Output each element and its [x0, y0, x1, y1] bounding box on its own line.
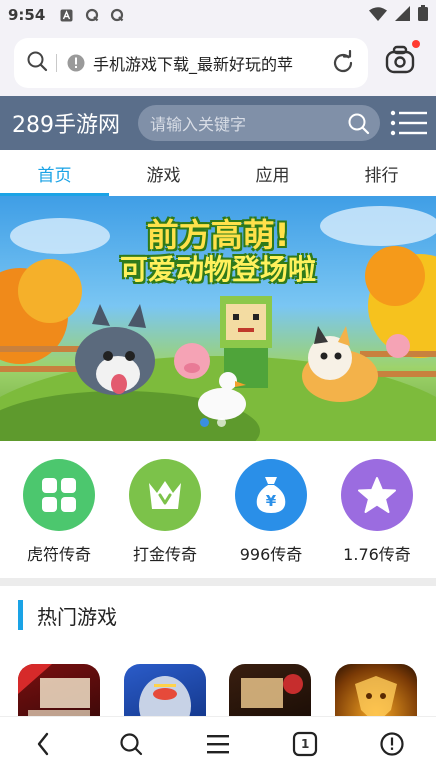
more-button[interactable]: [372, 724, 412, 764]
quick-link-label: 996传奇: [239, 545, 303, 564]
carousel-dot-2[interactable]: [217, 418, 226, 427]
info-icon[interactable]: [67, 54, 85, 72]
hot-games-list: [0, 664, 436, 716]
tabs-button[interactable]: 1: [285, 724, 325, 764]
tab-count: 1: [300, 736, 310, 751]
hot-games-title: 热门游戏: [37, 604, 117, 629]
tab-games[interactable]: 游戏: [109, 150, 218, 196]
section-divider: [0, 578, 436, 586]
browser-toolbar: 手机游戏下载_最新好玩的苹: [0, 30, 436, 96]
site-search-input[interactable]: 请输入关键字: [138, 105, 380, 141]
game-icon-4[interactable]: [335, 664, 417, 716]
status-time: 9:54: [8, 6, 46, 24]
tab-apps[interactable]: 应用: [218, 150, 327, 196]
quick-links: 虎符传奇 打金传奇 ¥ 996传奇 1.76传奇: [0, 441, 436, 578]
quick-link-hufu[interactable]: 虎符传奇: [6, 441, 112, 578]
address-divider: [56, 54, 57, 72]
q-icon: [84, 8, 99, 23]
search-icon[interactable]: [347, 112, 371, 140]
chevron-left-icon: [37, 732, 48, 755]
quick-link-176[interactable]: 1.76传奇: [324, 441, 430, 578]
tab-home[interactable]: 首页: [0, 150, 109, 196]
menu-icon[interactable]: [390, 110, 428, 140]
hamburger-icon: [206, 734, 229, 753]
game-icon-1[interactable]: [18, 664, 100, 716]
category-tabs: 首页 游戏 应用 排行: [0, 150, 436, 196]
menu-button[interactable]: [198, 724, 238, 764]
address-bar[interactable]: 手机游戏下载_最新好玩的苹: [14, 38, 368, 88]
site-logo[interactable]: 289手游网: [12, 107, 120, 139]
browser-bottom-nav: 1: [0, 716, 436, 770]
site-header: 289手游网 请输入关键字: [0, 96, 436, 150]
status-bar: 9:54: [0, 0, 436, 30]
q-icon: [109, 8, 124, 23]
carousel-indicators: [200, 418, 226, 427]
battery-icon: [418, 5, 428, 25]
tab-ranking[interactable]: 排行: [327, 150, 436, 196]
search-icon: [26, 50, 48, 76]
status-right-icons: [369, 5, 428, 25]
game-icon-2[interactable]: [124, 664, 206, 716]
carousel-dot-1[interactable]: [200, 418, 209, 427]
search-icon: [120, 732, 142, 755]
quick-link-label: 1.76传奇: [343, 545, 411, 564]
wifi-icon: [369, 6, 387, 25]
reload-icon[interactable]: [330, 49, 356, 80]
notification-dot: [412, 40, 420, 48]
quick-link-dajin[interactable]: 打金传奇: [112, 441, 218, 578]
hot-games-header: 热门游戏: [18, 600, 117, 630]
promo-banner[interactable]: 前方高萌! 可爱动物登场啦: [0, 196, 436, 441]
money-bag-icon: ¥: [235, 459, 307, 531]
crown-icon: [129, 459, 201, 531]
quick-link-label: 打金传奇: [132, 545, 197, 564]
phone-screen: 9:54 手机游戏下载_最新好玩的苹 289手游网 请输入关键字 首页 游戏 应…: [0, 0, 436, 770]
banner-subheadline: 可爱动物登场啦: [119, 253, 316, 286]
info-circle-icon: [380, 731, 404, 756]
a-icon: [59, 8, 74, 23]
back-button[interactable]: [24, 724, 64, 764]
game-icon-3[interactable]: [229, 664, 311, 716]
quick-link-label: 虎符传奇: [26, 545, 91, 564]
star-icon: [341, 459, 413, 531]
signal-icon: [395, 5, 410, 25]
search-button[interactable]: [111, 724, 151, 764]
url-text[interactable]: 手机游戏下载_最新好玩的苹: [93, 51, 321, 75]
quick-link-996[interactable]: ¥ 996传奇: [218, 441, 324, 578]
site-search-placeholder: 请输入关键字: [150, 115, 247, 134]
svg-text:¥: ¥: [266, 492, 277, 510]
ai-camera-button[interactable]: [384, 40, 420, 80]
section-accent-bar: [18, 600, 23, 630]
grid-icon: [23, 459, 95, 531]
